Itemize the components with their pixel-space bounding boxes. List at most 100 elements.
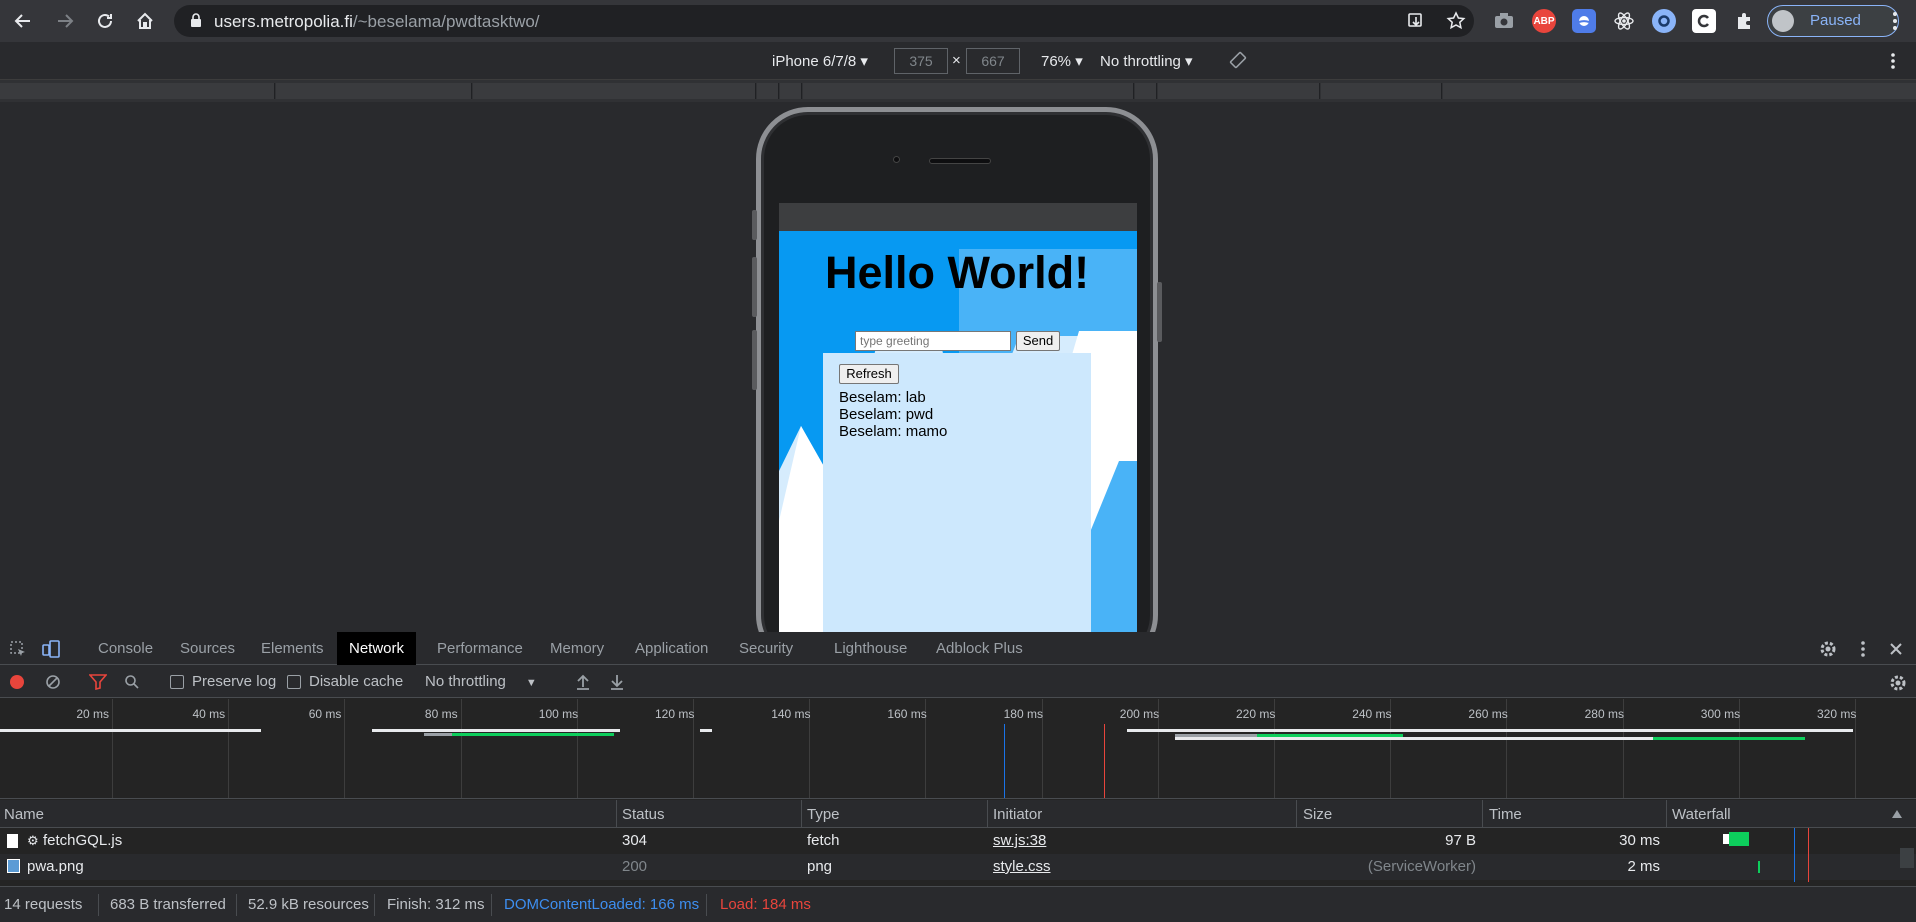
column-header-type[interactable]: Type (807, 806, 840, 823)
clear-icon[interactable] (45, 674, 61, 690)
tab-memory[interactable]: Memory (538, 632, 616, 665)
install-app-icon[interactable] (1407, 12, 1425, 30)
media-query-segment[interactable] (803, 83, 1134, 99)
url-text[interactable]: users.metropolia.fi/~beselama/pwdtasktwo… (214, 12, 540, 32)
timeline-tick-label: 120 ms (655, 707, 695, 721)
media-query-segment[interactable] (276, 83, 472, 99)
profile-button[interactable]: Paused (1767, 5, 1899, 37)
page-heading: Hello World! (825, 247, 1090, 298)
dimension-separator: × (952, 52, 961, 69)
tab-elements[interactable]: Elements (249, 632, 336, 665)
import-har-icon[interactable] (575, 673, 591, 691)
address-bar[interactable]: users.metropolia.fi/~beselama/pwdtasktwo… (174, 5, 1474, 37)
column-header-status[interactable]: Status (622, 806, 665, 823)
send-button[interactable]: Send (1016, 331, 1060, 351)
media-query-segment[interactable] (1135, 83, 1157, 99)
record-icon[interactable] (9, 674, 25, 690)
tab-sources[interactable]: Sources (168, 632, 247, 665)
abp-icon[interactable]: ABP (1532, 9, 1556, 33)
home-button[interactable] (132, 8, 158, 34)
request-status: 200 (622, 858, 648, 875)
tab-network[interactable]: Network (337, 632, 417, 665)
image-file-icon (7, 859, 20, 873)
back-button[interactable] (10, 8, 36, 34)
timeline-request-bar (1127, 729, 1853, 732)
greeting-input[interactable] (855, 331, 1011, 351)
device-viewport: Hello World! Send Refresh Beselam: lab B… (0, 102, 1916, 632)
column-header-initiator[interactable]: Initiator (993, 806, 1042, 823)
table-row[interactable]: ⚙ fetchGQL.js 304 fetch sw.js:38 97 B 30… (0, 828, 1916, 854)
tab-performance[interactable]: Performance (425, 632, 535, 665)
devtools-panel: Console Sources Elements Network Perform… (0, 632, 1916, 922)
search-icon[interactable] (124, 674, 140, 690)
media-query-segment[interactable] (473, 83, 756, 99)
phone-side-button (752, 330, 757, 390)
camera-icon[interactable] (1492, 9, 1516, 33)
timeline-request-bar (424, 733, 452, 736)
settings-gear-icon[interactable] (1818, 639, 1838, 659)
column-header-name[interactable]: Name (4, 806, 44, 823)
refresh-button[interactable]: Refresh (839, 364, 899, 384)
tab-console[interactable]: Console (86, 632, 165, 665)
resources-size: 52.9 kB resources (248, 896, 369, 913)
puzzle-icon[interactable] (1732, 9, 1756, 33)
dcl-marker-line (1794, 828, 1795, 882)
c-ext-icon[interactable] (1692, 9, 1716, 33)
disable-cache-checkbox[interactable] (287, 675, 301, 689)
reload-button[interactable] (92, 8, 118, 34)
device-toolbar: iPhone 6/7/8 ▾ 375 × 667 76% ▾ No thrott… (0, 42, 1916, 80)
preserve-log-checkbox[interactable] (170, 675, 184, 689)
preserve-log-label: Preserve log (192, 673, 277, 690)
network-overview-timeline[interactable]: 20 ms 40 ms 60 ms 80 ms 100 ms 120 ms 140 ms 16… (0, 699, 1916, 799)
transferred-size: 683 B transferred (110, 896, 226, 913)
device-width-input[interactable]: 375 (894, 48, 948, 74)
shield-ext-icon[interactable] (1572, 9, 1596, 33)
media-query-segment[interactable] (1158, 83, 1320, 99)
devtools-menu-icon[interactable] (1860, 640, 1866, 658)
network-settings-icon[interactable] (1888, 673, 1908, 693)
rotate-icon[interactable] (1229, 51, 1247, 69)
tab-security[interactable]: Security (727, 632, 805, 665)
bookmark-star-icon[interactable] (1446, 11, 1466, 31)
media-query-segment[interactable] (0, 83, 275, 99)
request-type: png (807, 858, 833, 875)
forward-button[interactable] (52, 8, 78, 34)
device-height-input[interactable]: 667 (966, 48, 1020, 74)
device-throttling-select[interactable]: No throttling ▾ (1100, 52, 1193, 70)
column-header-waterfall[interactable]: Waterfall (1672, 806, 1731, 823)
filter-icon[interactable] (89, 674, 107, 690)
network-throttling-select[interactable]: No throttling ▼ (425, 673, 537, 690)
finish-time: Finish: 312 ms (387, 896, 485, 913)
sort-ascending-icon[interactable] (1891, 809, 1903, 819)
ring-ext-icon[interactable] (1652, 9, 1676, 33)
timeline-tick-label: 280 ms (1584, 707, 1624, 721)
close-icon[interactable] (1888, 641, 1904, 657)
request-initiator-link[interactable]: sw.js:38 (993, 832, 1046, 849)
table-row[interactable]: pwa.png 200 png style.css (ServiceWorker… (0, 854, 1916, 880)
tab-adblock-plus[interactable]: Adblock Plus (924, 632, 1035, 665)
media-query-segment[interactable] (1443, 83, 1916, 99)
home-icon (137, 12, 153, 29)
export-har-icon[interactable] (609, 673, 625, 691)
device-name: iPhone 6/7/8 (772, 53, 857, 70)
react-icon[interactable] (1612, 9, 1636, 33)
disable-cache-label: Disable cache (309, 673, 404, 690)
tab-lighthouse[interactable]: Lighthouse (822, 632, 919, 665)
device-select[interactable]: iPhone 6/7/8 ▾ (772, 52, 868, 70)
tab-application[interactable]: Application (623, 632, 720, 665)
inspect-element-icon[interactable] (9, 640, 27, 658)
media-query-segment[interactable] (1321, 83, 1442, 99)
request-initiator-link[interactable]: style.css (993, 858, 1051, 875)
waterfall-scrollbar[interactable] (1900, 848, 1914, 868)
column-header-time[interactable]: Time (1489, 806, 1522, 823)
media-query-segment[interactable] (780, 83, 802, 99)
phone-side-button (752, 210, 757, 240)
media-query-segment[interactable] (757, 83, 779, 99)
device-toolbar-toggle-icon[interactable] (41, 639, 61, 659)
waterfall-bar (1758, 861, 1760, 873)
zoom-select[interactable]: 76% ▾ (1041, 52, 1083, 70)
column-header-size[interactable]: Size (1303, 806, 1332, 823)
device-more-icon[interactable] (1890, 52, 1896, 70)
load-marker-line (1808, 828, 1809, 882)
browser-menu-button[interactable] (1882, 8, 1908, 34)
